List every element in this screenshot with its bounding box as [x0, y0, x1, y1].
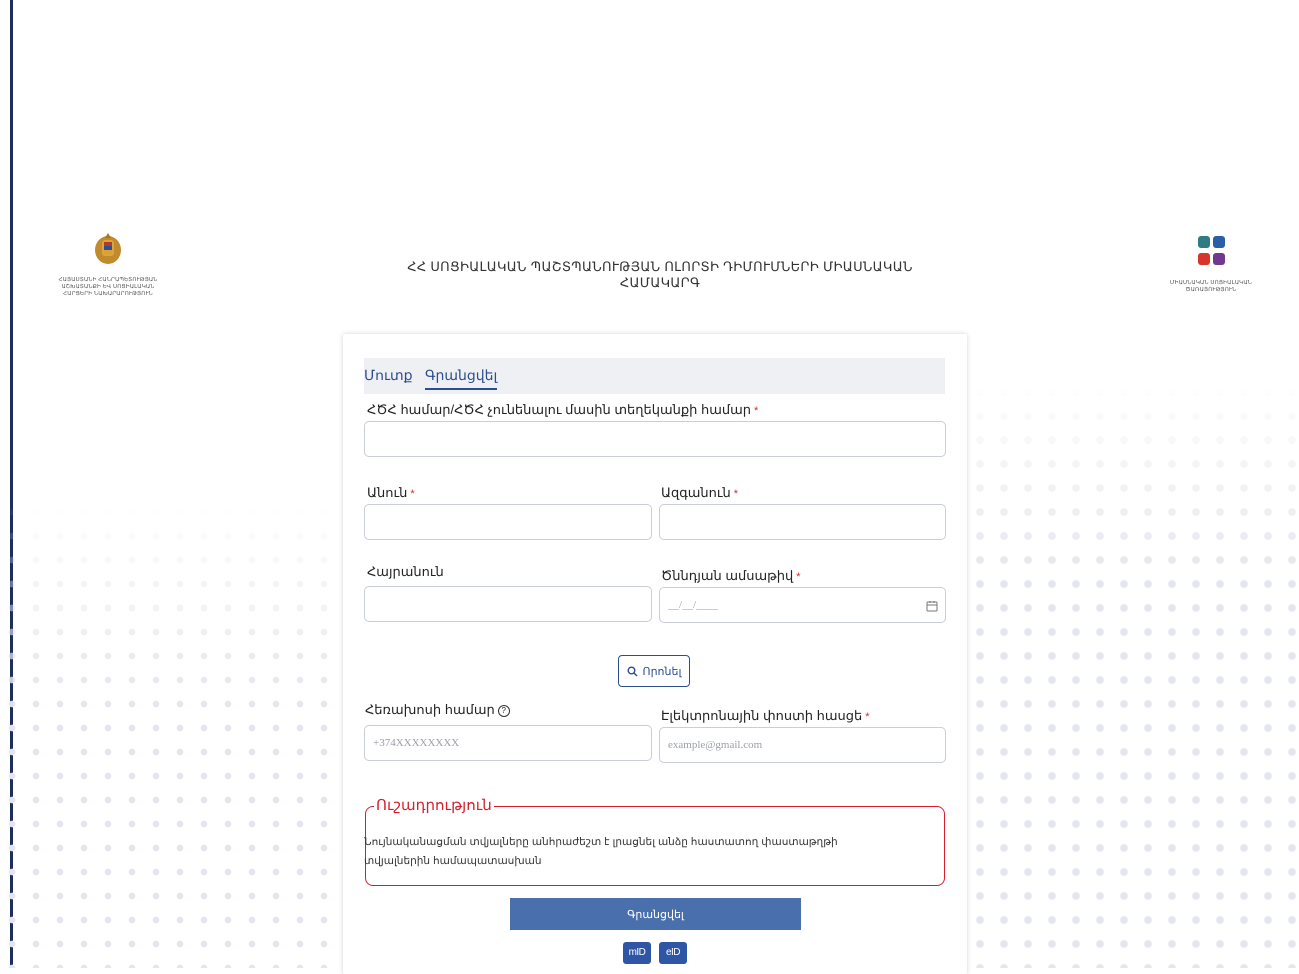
calendar-icon[interactable] [926, 600, 938, 612]
dotted-background-right [968, 380, 1299, 968]
last-name-label: Ազգանուն * [661, 485, 738, 501]
attention-notice: Ուշադրություն Նույնականացման տվյալները ա… [364, 796, 945, 886]
logo-square [1198, 252, 1210, 265]
service-logo: ՄԻԱՍՆԱԿԱՆ ՍՈՑԻԱԼԱԿԱՆ ԾԱՌԱՅՈՒԹՅՈՒՆ [1166, 236, 1256, 294]
birth-date-label-text: Ծննդյան ամսաթիվ [661, 568, 794, 583]
service-name-line: ԾԱՌԱՅՈՒԹՅՈՒՆ [1185, 287, 1237, 293]
required-mark: * [754, 405, 759, 417]
email-label-text: Էլեկտրոնային փոստի հասցե [661, 708, 863, 723]
email-label: Էլեկտրոնային փոստի հասցե * [661, 708, 870, 724]
auth-tabs: Մուտք Գրանցվել [364, 358, 945, 394]
first-name-input[interactable] [364, 504, 652, 540]
ssn-label: ՀԾՀ համար/ՀԾՀ չունենալու մասին տեղեկանքի… [367, 402, 758, 418]
dotted-background-left [0, 500, 340, 968]
page-title: ՀՀ ՍՈՑԻԱԼԱԿԱՆ ՊԱՇՏՊԱՆՈՒԹՅԱՆ ՈԼՈՐՏԻ ԴԻՄՈՒ… [407, 259, 913, 290]
help-icon[interactable]: ? [497, 705, 510, 717]
patronymic-label-text: Հայրանուն [367, 564, 444, 579]
service-logo-icon [1198, 236, 1225, 266]
ministry-name-line: ՀԱՅԱՍՏԱՆԻ ՀԱՆՐԱՊԵՏՈՒԹՅԱՆ [58, 277, 158, 283]
required-mark: * [410, 488, 415, 500]
coat-of-arms-icon [95, 233, 121, 264]
logo-square [1198, 236, 1210, 248]
birth-date-label: Ծննդյան ամսաթիվ * [661, 568, 801, 584]
patronymic-label: Հայրանուն [367, 564, 444, 580]
ministry-logo: ՀԱՅԱՍՏԱՆԻ ՀԱՆՐԱՊԵՏՈՒԹՅԱՆ ԱՇԽԱՏԱՆՔԻ ԵՎ ՍՈ… [58, 232, 158, 298]
notice-text: Նույնականացման տվյալները անհրաժեշտ է լրա… [364, 836, 838, 867]
ministry-name-line: ՀԱՐՑԵՐԻ ՆԱԽԱՐԱՐՈՒԹՅՈՒՆ [63, 291, 153, 297]
patronymic-input[interactable] [364, 586, 652, 622]
ministry-name-line: ԱՇԽԱՏԱՆՔԻ ԵՎ ՍՈՑԻԱԼԱԿԱՆ [61, 284, 155, 290]
birth-date-input[interactable] [659, 587, 946, 623]
required-mark: * [733, 488, 739, 500]
left-border-rule [10, 0, 13, 968]
service-name: ՄԻԱՍՆԱԿԱՆ ՍՈՑԻԱԼԱԿԱՆ ԾԱՌԱՅՈՒԹՅՈՒՆ [1166, 280, 1256, 294]
eid-login-button[interactable]: eID [659, 942, 687, 964]
ministry-name: ՀԱՅԱՍՏԱՆԻ ՀԱՆՐԱՊԵՏՈՒԹՅԱՆ ԱՇԽԱՏԱՆՔԻ ԵՎ ՍՈ… [58, 277, 158, 298]
phone-input[interactable] [364, 725, 652, 761]
last-name-input[interactable] [659, 504, 946, 540]
last-name-label-text: Ազգանուն [661, 485, 731, 500]
register-submit-button[interactable]: Գրանցվել [510, 898, 801, 930]
notice-title: Ուշադրություն [374, 796, 494, 814]
search-button[interactable]: Որոնել [618, 655, 690, 687]
first-name-label-text: Անուն [367, 485, 408, 500]
search-icon [627, 666, 638, 676]
phone-label: Հեռախոսի համար? [365, 702, 510, 718]
registration-card: Մուտք Գրանցվել ՀԾՀ համար/ՀԾՀ չունենալու … [343, 334, 967, 974]
required-mark: * [796, 571, 801, 583]
service-name-line: ՄԻԱՍՆԱԿԱՆ ՍՈՑԻԱԼԱԿԱՆ [1170, 280, 1252, 286]
ssn-label-text: ՀԾՀ համար/ՀԾՀ չունենալու մասին տեղեկանքի… [367, 402, 752, 417]
mid-login-button[interactable]: mID [623, 942, 651, 964]
phone-label-text: Հեռախոսի համար [365, 702, 495, 717]
ssn-input[interactable] [364, 421, 946, 457]
search-button-label: Որոնել [642, 665, 682, 678]
required-mark: * [865, 711, 870, 723]
email-input[interactable] [659, 727, 946, 763]
first-name-label: Անուն * [367, 485, 415, 501]
tab-register[interactable]: Գրանցվել [425, 367, 498, 390]
logo-square [1213, 252, 1225, 265]
logo-square [1213, 236, 1225, 248]
tab-login[interactable]: Մուտք [364, 367, 413, 384]
